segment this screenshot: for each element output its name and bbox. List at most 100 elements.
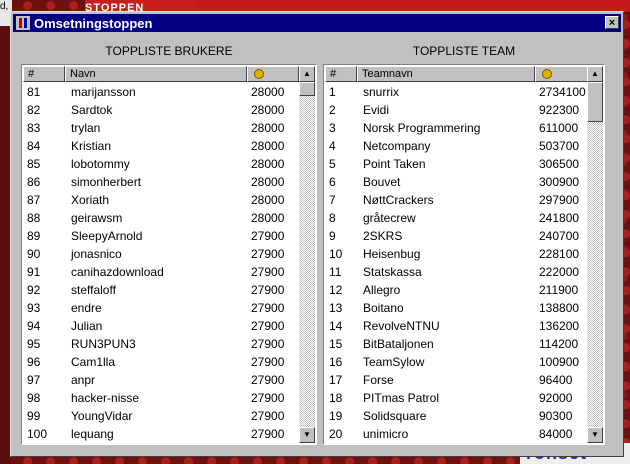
list-item[interactable]: 4 Netcompany 503700 (325, 137, 591, 155)
list-item[interactable]: 94 Julian 27900 (23, 317, 301, 335)
list-item[interactable]: 98 hacker-nisse 27900 (23, 389, 301, 407)
column-header-teamname[interactable]: Teamnavn (357, 66, 535, 82)
list-item[interactable]: 90 jonasnico 27900 (23, 245, 301, 263)
cell-name: simonherbert (71, 175, 142, 189)
cell-rank: 93 (27, 301, 41, 315)
cell-rank: 87 (27, 193, 41, 207)
cell-rank: 7 (329, 193, 336, 207)
teams-rows: 1 snurrix 2734100 2 Evidi 922300 3 Norsk Progra… (325, 83, 591, 443)
cell-name: Evidi (363, 103, 390, 117)
cell-rank: 94 (27, 319, 41, 333)
list-item[interactable]: 8 gråtecrew 241800 (325, 209, 591, 227)
scroll-track[interactable] (299, 82, 315, 427)
scroll-up-icon[interactable]: ▲ (587, 66, 603, 82)
cell-rank: 1 (329, 85, 336, 99)
list-item[interactable]: 10 Heisenbug 228100 (325, 245, 591, 263)
cell-score: 503700 (539, 139, 580, 153)
list-item[interactable]: 93 endre 27900 (23, 299, 301, 317)
cell-score: 28000 (251, 103, 285, 117)
cell-score: 27900 (251, 301, 285, 315)
list-item[interactable]: 12 Allegro 211900 (325, 281, 591, 299)
cell-name: NøttCrackers (363, 193, 434, 207)
cell-name: lequang (71, 427, 114, 441)
list-item[interactable]: 95 RUN3PUN3 27900 (23, 335, 301, 353)
close-button[interactable]: × (605, 16, 619, 29)
list-item[interactable]: 97 anpr 27900 (23, 371, 301, 389)
cell-name: trylan (71, 121, 101, 135)
list-item[interactable]: 83 trylan 28000 (23, 119, 301, 137)
cell-score: 228100 (539, 247, 580, 261)
list-item[interactable]: 89 SleepyArnold 27900 (23, 227, 301, 245)
column-header-score[interactable] (247, 66, 299, 82)
teams-list[interactable]: # Teamnavn 1 snurrix 2734100 2 Evidi 922300 3 N… (323, 64, 605, 445)
list-item[interactable]: 91 canihazdownload 27900 (23, 263, 301, 281)
cell-rank: 8 (329, 211, 336, 225)
scroll-track[interactable] (587, 82, 603, 427)
gold-coin-icon (542, 69, 552, 79)
list-item[interactable]: 5 Point Taken 306500 (325, 155, 591, 173)
list-item[interactable]: 6 Bouvet 300900 (325, 173, 591, 191)
cell-rank: 11 (329, 265, 342, 279)
window-title: Omsetningstoppen (34, 15, 153, 31)
scroll-thumb[interactable] (299, 82, 315, 96)
cell-name: RUN3PUN3 (71, 337, 136, 351)
cell-name: gråtecrew (363, 211, 416, 225)
list-item[interactable]: 99 YoungVidar 27900 (23, 407, 301, 425)
cell-name: steffaloff (71, 283, 116, 297)
column-header-rank[interactable]: # (23, 66, 65, 82)
list-item[interactable]: 16 TeamSylow 100900 (325, 353, 591, 371)
cell-score: 136200 (539, 319, 580, 333)
cell-rank: 12 (329, 283, 343, 297)
list-item[interactable]: 18 PITmas Patrol 92000 (325, 389, 591, 407)
list-item[interactable]: 7 NøttCrackers 297900 (325, 191, 591, 209)
users-scrollbar[interactable]: ▲ ▼ (299, 66, 315, 443)
title-bar[interactable]: Omsetningstoppen × (13, 14, 621, 32)
list-item[interactable]: 96 Cam1lla 27900 (23, 353, 301, 371)
list-item[interactable]: 86 simonherbert 28000 (23, 173, 301, 191)
cell-score: 27900 (251, 427, 285, 441)
cell-rank: 89 (27, 229, 41, 243)
list-item[interactable]: 9 2SKRS 240700 (325, 227, 591, 245)
users-list[interactable]: # Navn 81 marijansson 28000 82 Sardtok 28000 8… (21, 64, 317, 445)
cell-rank: 97 (27, 373, 41, 387)
cell-score: 28000 (251, 85, 285, 99)
list-item[interactable]: 15 BitBataljonen 114200 (325, 335, 591, 353)
list-item[interactable]: 81 marijansson 28000 (23, 83, 301, 101)
list-item[interactable]: 3 Norsk Programmering 611000 (325, 119, 591, 137)
scroll-down-icon[interactable]: ▼ (299, 427, 315, 443)
list-item[interactable]: 92 steffaloff 27900 (23, 281, 301, 299)
list-item[interactable]: 13 Boitano 138800 (325, 299, 591, 317)
cell-name: TeamSylow (363, 355, 425, 369)
list-item[interactable]: 87 Xoriath 28000 (23, 191, 301, 209)
list-item[interactable]: 84 Kristian 28000 (23, 137, 301, 155)
list-item[interactable]: 17 Forse 96400 (325, 371, 591, 389)
column-header-rank[interactable]: # (325, 66, 357, 82)
list-item[interactable]: 85 lobotommy 28000 (23, 155, 301, 173)
cell-score: 90300 (539, 409, 573, 423)
cell-score: 27900 (251, 373, 285, 387)
column-header-score[interactable] (535, 66, 589, 82)
list-item[interactable]: 2 Evidi 922300 (325, 101, 591, 119)
column-header-name[interactable]: Navn (65, 66, 247, 82)
list-item[interactable]: 1 snurrix 2734100 (325, 83, 591, 101)
scroll-up-icon[interactable]: ▲ (299, 66, 315, 82)
cell-rank: 10 (329, 247, 343, 261)
cell-score: 27900 (251, 319, 285, 333)
cell-name: Netcompany (363, 139, 431, 153)
list-item[interactable]: 19 Solidsquare 90300 (325, 407, 591, 425)
users-rows: 81 marijansson 28000 82 Sardtok 28000 83 trylan… (23, 83, 301, 443)
list-item[interactable]: 100 lequang 27900 (23, 425, 301, 443)
scroll-down-icon[interactable]: ▼ (587, 427, 603, 443)
list-item[interactable]: 14 RevolveNTNU 136200 (325, 317, 591, 335)
list-item[interactable]: 88 geirawsm 28000 (23, 209, 301, 227)
cell-rank: 18 (329, 391, 343, 405)
cell-rank: 91 (27, 265, 41, 279)
list-item[interactable]: 82 Sardtok 28000 (23, 101, 301, 119)
scroll-thumb[interactable] (587, 82, 603, 122)
list-item[interactable]: 20 unimicro 84000 (325, 425, 591, 443)
teams-scrollbar[interactable]: ▲ ▼ (587, 66, 603, 443)
cell-rank: 14 (329, 319, 343, 333)
list-item[interactable]: 11 Statskassa 222000 (325, 263, 591, 281)
cell-name: Statskassa (363, 265, 422, 279)
cell-score: 100900 (539, 355, 580, 369)
